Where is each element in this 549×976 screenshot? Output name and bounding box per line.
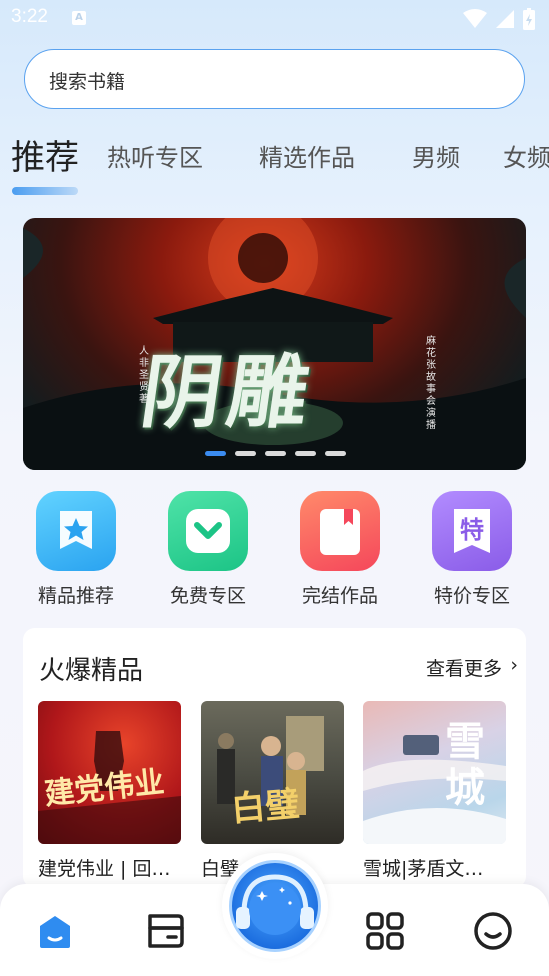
banner-author: 人非圣贤著: [139, 346, 149, 405]
bookmark-book-icon: [300, 491, 380, 571]
book-title: 雪城|茅盾文…: [363, 858, 484, 880]
category-label: 免费专区: [169, 585, 246, 607]
banner-carousel[interactable]: 阴雕 人非圣贤著 麻花张故事会演播: [23, 218, 526, 470]
banner-narrator: 麻花张故事会演播: [426, 336, 436, 431]
tab-hot-listen[interactable]: 热听专区: [107, 138, 203, 173]
category-free[interactable]: 免费专区: [158, 491, 258, 608]
book-item[interactable]: 建党伟业 建党伟业 | 回…: [38, 701, 181, 881]
chevron-right-icon[interactable]: ›: [510, 654, 518, 676]
view-more-link[interactable]: 查看更多: [426, 654, 502, 681]
category-grid-icon: [366, 912, 404, 950]
tab-recommend[interactable]: 推荐: [11, 130, 79, 179]
wifi-icon: [463, 9, 487, 28]
book-cover: 白璧: [201, 701, 344, 844]
special-price-icon: 特: [432, 491, 512, 571]
carousel-dot[interactable]: [235, 451, 256, 456]
tab-selected-works[interactable]: 精选作品: [259, 138, 355, 173]
nav-bookshelf[interactable]: [140, 906, 190, 956]
nav-profile[interactable]: [468, 906, 518, 956]
bookshelf-icon: [148, 914, 184, 948]
carousel-dots: [205, 451, 346, 456]
search-placeholder: 搜索书籍: [49, 71, 126, 93]
carousel-dot[interactable]: [325, 451, 346, 456]
book-cover: 雪城: [363, 701, 506, 844]
carousel-dot[interactable]: [205, 451, 226, 456]
carousel-dot[interactable]: [265, 451, 286, 456]
category-label: 特价专区: [433, 585, 510, 607]
book-title: 建党伟业 | 回…: [38, 858, 171, 880]
home-icon: [40, 916, 70, 948]
cover-title: 白璧: [229, 784, 301, 830]
svg-text:特: 特: [460, 516, 484, 544]
category-completed[interactable]: 完结作品: [290, 491, 390, 608]
category-premium[interactable]: 精品推荐: [26, 491, 126, 608]
category-label: 完结作品: [301, 585, 378, 607]
category-tabs: 推荐 热听专区 精选作品 男频 女频: [0, 126, 549, 186]
chevron-down-box-icon: [168, 491, 248, 571]
banner-title: 阴雕: [135, 345, 321, 439]
book-cover: 建党伟业: [38, 701, 181, 844]
notification-icon: A: [72, 11, 86, 25]
cover-title: 雪城: [445, 718, 485, 811]
book-item[interactable]: 雪城 雪城|茅盾文…: [363, 701, 506, 881]
search-input[interactable]: 搜索书籍: [24, 49, 525, 109]
tab-male[interactable]: 男频: [412, 138, 460, 173]
status-icons: [463, 8, 535, 30]
profile-smile-icon: [474, 912, 512, 950]
category-special-price[interactable]: 特 特价专区: [422, 491, 522, 608]
section-title: 火爆精品: [39, 656, 144, 686]
star-badge-icon: [36, 491, 116, 571]
status-time: 3:22: [11, 6, 48, 27]
carousel-dot[interactable]: [295, 451, 316, 456]
tab-female[interactable]: 女频: [503, 138, 549, 173]
center-listen-button[interactable]: [222, 853, 328, 959]
category-label: 精品推荐: [37, 585, 114, 607]
nav-home[interactable]: [30, 906, 80, 956]
nav-category[interactable]: [360, 906, 410, 956]
hot-picks-section: 火爆精品 查看更多 › 建党伟业 建党伟业 | 回… 白璧 白璧 | 同名…: [23, 628, 526, 888]
status-bar: 3:22 A: [0, 0, 549, 38]
tab-indicator: [12, 187, 78, 195]
signal-icon: [496, 10, 514, 28]
battery-icon: [523, 8, 535, 30]
listen-headphones-icon: [229, 860, 321, 952]
